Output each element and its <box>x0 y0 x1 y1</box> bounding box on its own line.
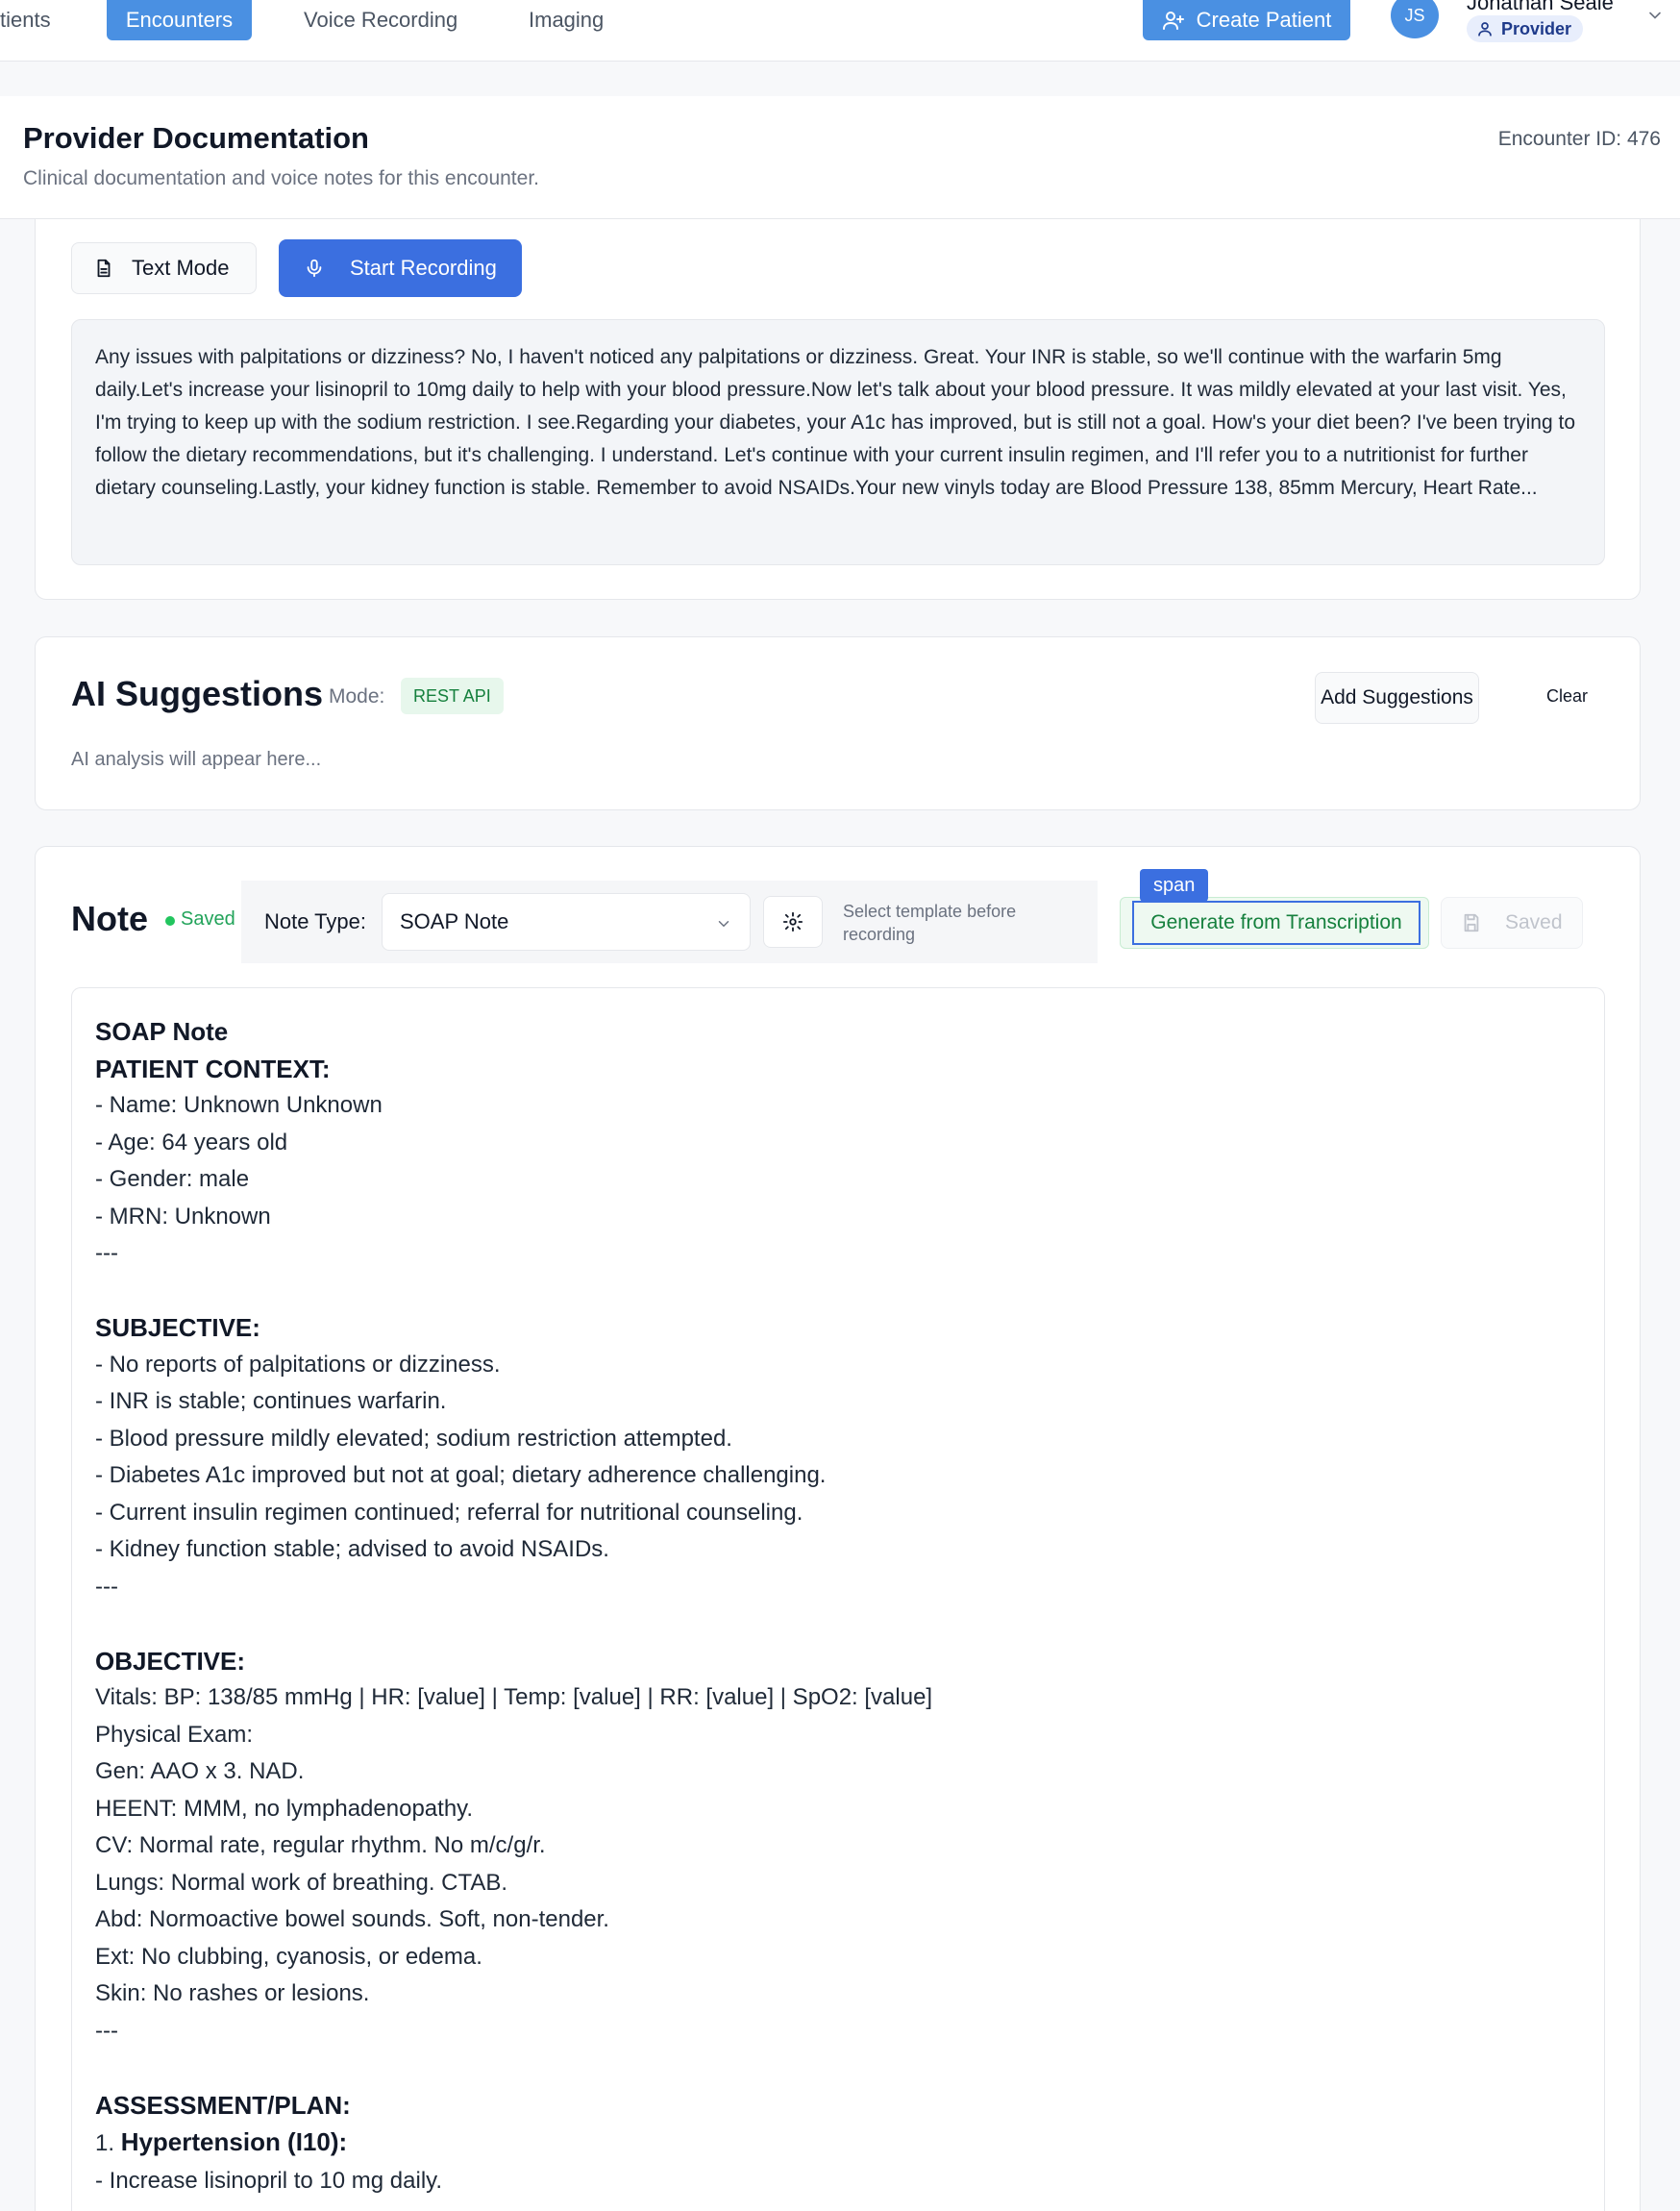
generate-from-transcription-button[interactable]: Generate from Transcription <box>1132 901 1421 945</box>
role-badge: Provider <box>1467 15 1584 42</box>
note-editor[interactable]: SOAP Note PATIENT CONTEXT: - Name: Unkno… <box>71 987 1605 2211</box>
top-nav: tients Encounters Voice Recording Imagin… <box>0 0 1680 62</box>
avatar[interactable]: JS <box>1391 0 1439 38</box>
note-line: - Increase lisinopril to 10 mg daily. <box>95 2167 443 2194</box>
note-type-value: SOAP Note <box>400 909 509 933</box>
note-title: Note <box>71 899 148 938</box>
subjective-heading: SUBJECTIVE: <box>95 1313 260 1342</box>
note-line: - Kidney function stable; advised to avo… <box>95 1536 609 1562</box>
assessment-plan-heading: ASSESSMENT/PLAN: <box>95 2090 351 2120</box>
note-line: Gen: AAO x 3. NAD. <box>95 1758 305 1784</box>
mode-label: Mode: <box>329 685 385 708</box>
encounter-id: Encounter ID: 476 <box>1497 128 1661 150</box>
patient-context-heading: PATIENT CONTEXT: <box>95 1054 331 1083</box>
page-header: Provider Documentation Clinical document… <box>0 96 1680 219</box>
note-line: - MRN: Unknown <box>95 1203 271 1230</box>
save-label: Saved <box>1505 911 1563 933</box>
create-patient-button[interactable]: Create Patient <box>1143 0 1350 40</box>
start-recording-label: Start Recording <box>350 256 497 280</box>
note-line: Lungs: Normal work of breathing. CTAB. <box>95 1869 508 1896</box>
note-line: HEENT: MMM, no lymphadenopathy. <box>95 1795 474 1822</box>
gear-icon <box>782 911 803 932</box>
note-line: Vitals: BP: 138/85 mmHg | HR: [value] | … <box>95 1684 933 1710</box>
tab-encounters[interactable]: Encounters <box>107 0 252 40</box>
note-line: - INR is stable; continues warfarin. <box>95 1388 447 1414</box>
create-patient-label: Create Patient <box>1196 8 1332 32</box>
ai-suggestions-card: AI Suggestions Mode: REST API Add Sugges… <box>35 636 1641 810</box>
chevron-down-icon[interactable] <box>1645 6 1665 25</box>
page-title: Provider Documentation <box>23 121 369 155</box>
note-line: Skin: No rashes or lesions. <box>95 1980 370 2006</box>
clear-button[interactable]: Clear <box>1546 686 1588 707</box>
saved-status-dot <box>165 916 175 926</box>
template-settings-button[interactable] <box>763 896 823 948</box>
note-line: - Diabetes A1c improved but not at goal;… <box>95 1462 827 1488</box>
user-icon <box>1476 20 1494 37</box>
objective-heading: OBJECTIVE: <box>95 1646 246 1676</box>
text-mode-label: Text Mode <box>132 256 230 280</box>
saved-status: Saved <box>181 908 235 930</box>
note-heading: SOAP Note <box>95 1017 229 1046</box>
note-card: Note Saved Note Type: SOAP Note Select t… <box>35 846 1641 2211</box>
note-line: - Current insulin regimen continued; ref… <box>95 1499 803 1526</box>
mode-badge: REST API <box>401 678 504 714</box>
role-label: Provider <box>1501 18 1572 38</box>
problem-line: 1. Hypertension (I10): <box>95 2124 1581 2163</box>
note-type-label: Note Type: <box>264 909 366 933</box>
user-name: Jonathan Seale <box>1467 0 1614 14</box>
note-line: --- <box>95 1240 118 1266</box>
note-line: Abd: Normoactive bowel sounds. Soft, non… <box>95 1906 609 1932</box>
note-line: - Age: 64 years old <box>95 1129 288 1155</box>
problem-number: 1. <box>95 2130 115 2156</box>
note-line: Ext: No clubbing, cyanosis, or edema. <box>95 1943 482 1970</box>
transcript-text[interactable]: Any issues with palpitations or dizzines… <box>71 319 1605 565</box>
page-subtitle: Clinical documentation and voice notes f… <box>23 167 539 189</box>
voice-card: Text Mode Start Recording Any issues wit… <box>35 192 1641 600</box>
save-icon <box>1461 912 1482 933</box>
span-tag: span <box>1140 869 1209 902</box>
note-line: CV: Normal rate, regular rhythm. No m/c/… <box>95 1832 546 1858</box>
microphone-icon <box>304 258 325 279</box>
user-plus-icon <box>1162 9 1185 32</box>
note-type-toolbar: Note Type: SOAP Note Select template bef… <box>241 881 1098 963</box>
note-line: Physical Exam: <box>95 1721 254 1748</box>
chevron-down-icon <box>715 915 732 932</box>
start-recording-button[interactable]: Start Recording <box>279 239 522 297</box>
note-line: --- <box>95 1573 118 1600</box>
note-line: - Name: Unknown Unknown <box>95 1092 383 1118</box>
problem-title: Hypertension (I10): <box>120 2127 348 2156</box>
ai-placeholder: AI analysis will appear here... <box>71 749 322 770</box>
save-button[interactable]: Saved <box>1441 897 1583 949</box>
note-type-select[interactable]: SOAP Note <box>382 893 751 951</box>
note-line: - Gender: male <box>95 1166 250 1192</box>
tab-imaging[interactable]: Imaging <box>511 0 621 40</box>
note-line: - Blood pressure mildly elevated; sodium… <box>95 1425 732 1452</box>
tab-voice-recording[interactable]: Voice Recording <box>286 0 475 40</box>
template-hint: Select template before recording <box>843 902 1017 944</box>
document-icon <box>93 258 114 279</box>
note-line: - No reports of palpitations or dizzines… <box>95 1351 501 1378</box>
ai-suggestions-title: AI Suggestions <box>71 674 324 713</box>
note-line: --- <box>95 2017 118 2044</box>
add-suggestions-button[interactable]: Add Suggestions <box>1315 672 1479 724</box>
text-mode-button[interactable]: Text Mode <box>71 242 257 294</box>
tab-patients[interactable]: tients <box>0 0 68 40</box>
